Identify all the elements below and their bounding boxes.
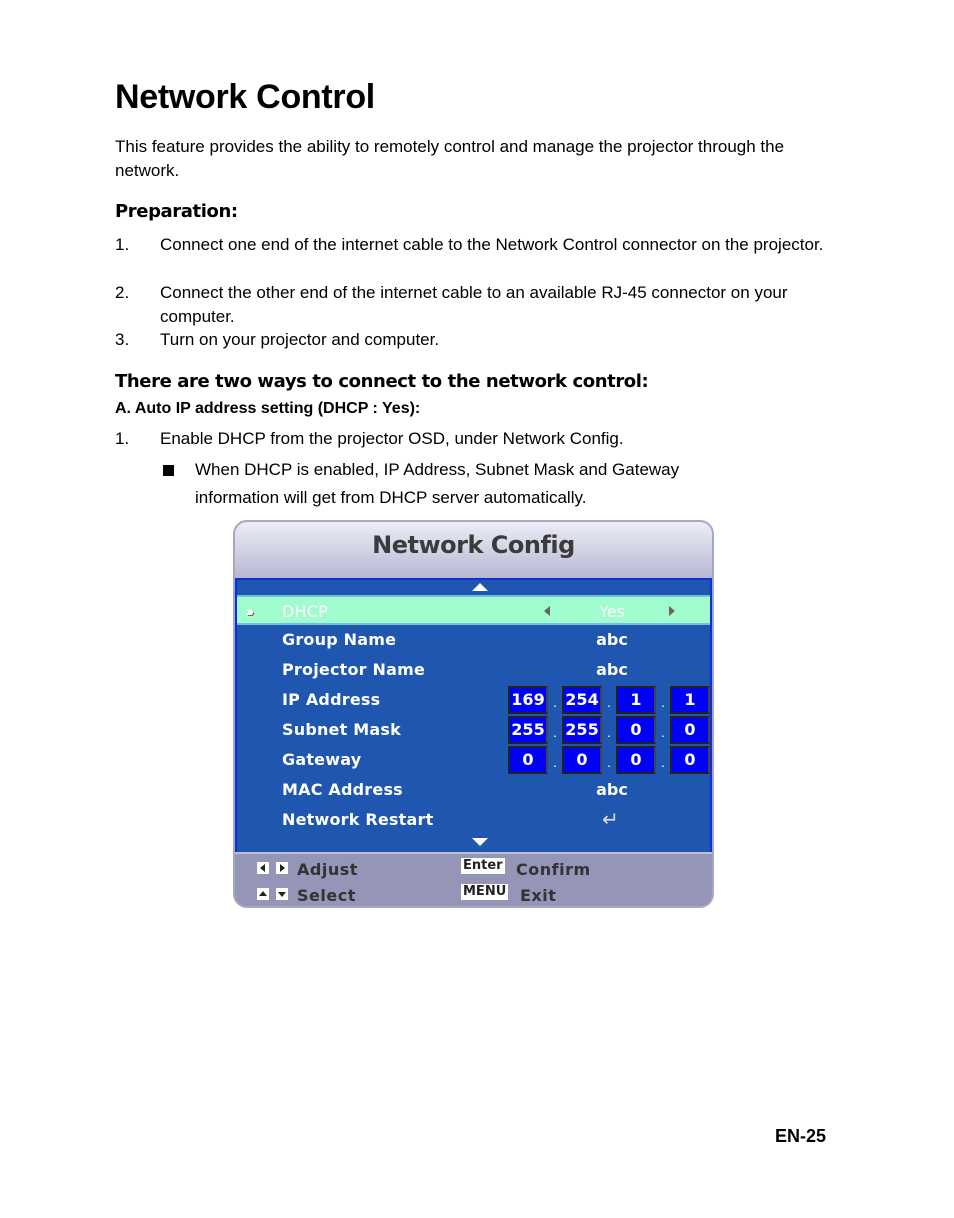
subnet-octet-field[interactable]: 255 [562, 716, 602, 744]
octet-separator: . [553, 694, 557, 710]
prep-step-2: 2. Connect the other end of the internet… [115, 281, 835, 329]
gateway-octet-field[interactable]: 0 [562, 746, 602, 774]
osd-row-value: abc [596, 780, 628, 799]
osd-row-label: MAC Address [282, 780, 403, 799]
osd-row-value: abc [596, 630, 628, 649]
step-text: Connect one end of the internet cable to… [160, 235, 824, 254]
ip-octet-field[interactable]: 1 [670, 686, 710, 714]
osd-row-subnet-mask[interactable]: Subnet Mask 255 . 255 . 0 . 0 [237, 715, 710, 745]
prep-step-3: 3. Turn on your projector and computer. [115, 328, 835, 352]
osd-row-dhcp[interactable]: ››› DHCP Yes [237, 595, 710, 625]
octet-separator: . [607, 724, 611, 740]
select-legend: Select [297, 886, 356, 905]
ways-heading: There are two ways to connect to the net… [115, 371, 649, 392]
octet-separator: . [607, 694, 611, 710]
step-text: Turn on your projector and computer. [160, 330, 440, 349]
page-title: Network Control [115, 78, 375, 116]
osd-row-label: Projector Name [282, 660, 426, 679]
exit-legend: Exit [520, 886, 557, 905]
osd-row-label: Group Name [282, 630, 397, 649]
osd-row-label: DHCP [282, 602, 328, 621]
step-number: 1. [115, 429, 130, 448]
gateway-octet-field[interactable]: 0 [670, 746, 710, 774]
page-number: EN-25 [775, 1126, 827, 1146]
up-key-icon [257, 888, 269, 900]
intro-paragraph: This feature provides the ability to rem… [115, 137, 785, 180]
step-number: 2. [115, 283, 130, 302]
auto-ip-subheading: A. Auto IP address setting (DHCP : Yes): [115, 400, 421, 417]
dhcp-note-bullet: When DHCP is enabled, IP Address, Subnet… [160, 456, 760, 512]
osd-footer-legend: Adjust Select Enter Confirm MENU Exit [235, 852, 712, 906]
osd-row-projector-name[interactable]: Projector Name abc [237, 655, 710, 685]
osd-title: Network Config [372, 531, 575, 559]
ip-octet-field[interactable]: 254 [562, 686, 602, 714]
down-key-icon [276, 888, 288, 900]
scroll-down-arrow-icon[interactable] [472, 838, 488, 846]
osd-row-value: abc [596, 660, 628, 679]
osd-row-group-name[interactable]: Group Name abc [237, 625, 710, 655]
osd-menu-body: ››› DHCP Yes Group Name abc Projector Na… [235, 578, 712, 852]
osd-row-network-restart[interactable]: Network Restart ↵ [237, 805, 710, 835]
osd-row-label: Network Restart [282, 810, 434, 829]
adjust-legend: Adjust [297, 860, 358, 879]
bullet-text: When DHCP is enabled, IP Address, Subnet… [195, 460, 680, 507]
octet-separator: . [553, 724, 557, 740]
left-key-icon [257, 862, 269, 874]
octet-separator: . [607, 754, 611, 770]
osd-row-value: Yes [599, 602, 625, 621]
selection-chevrons-icon: ››› [246, 603, 254, 619]
osd-row-label: Subnet Mask [282, 720, 401, 739]
step-number: 3. [115, 330, 130, 349]
gateway-octet-field[interactable]: 0 [508, 746, 548, 774]
ip-octet-field[interactable]: 1 [616, 686, 656, 714]
arrow-right-icon[interactable] [669, 606, 675, 616]
confirm-legend: Confirm [516, 860, 591, 879]
octet-separator: . [661, 754, 665, 770]
osd-row-gateway[interactable]: Gateway 0 . 0 . 0 . 0 [237, 745, 710, 775]
step-text: Enable DHCP from the projector OSD, unde… [160, 429, 624, 448]
ways-step-1: 1. Enable DHCP from the projector OSD, u… [115, 427, 835, 451]
octet-separator: . [661, 694, 665, 710]
preparation-heading: Preparation: [115, 201, 238, 222]
right-key-icon [276, 862, 288, 874]
osd-row-label: Gateway [282, 750, 362, 769]
octet-separator: . [553, 754, 557, 770]
osd-row-label: IP Address [282, 690, 381, 709]
subnet-octet-field[interactable]: 0 [670, 716, 710, 744]
network-config-osd: Network Config ››› DHCP Yes Group Name a… [233, 520, 714, 908]
square-bullet-icon [163, 465, 174, 476]
enter-return-icon[interactable]: ↵ [602, 807, 619, 832]
gateway-octet-field[interactable]: 0 [616, 746, 656, 774]
ip-octet-field[interactable]: 169 [508, 686, 548, 714]
subnet-octet-field[interactable]: 255 [508, 716, 548, 744]
menu-key-icon: MENU [461, 884, 509, 900]
subnet-octet-field[interactable]: 0 [616, 716, 656, 744]
scroll-up-arrow-icon[interactable] [472, 583, 488, 591]
arrow-left-icon[interactable] [544, 606, 550, 616]
step-number: 1. [115, 235, 130, 254]
step-text: Connect the other end of the internet ca… [160, 283, 788, 326]
enter-key-icon: Enter [461, 858, 505, 874]
osd-row-ip-address[interactable]: IP Address 169 . 254 . 1 . 1 [237, 685, 710, 715]
octet-separator: . [661, 724, 665, 740]
osd-row-mac-address[interactable]: MAC Address abc [237, 775, 710, 805]
osd-header: Network Config [235, 522, 712, 578]
prep-step-1: 1. Connect one end of the internet cable… [115, 233, 835, 257]
